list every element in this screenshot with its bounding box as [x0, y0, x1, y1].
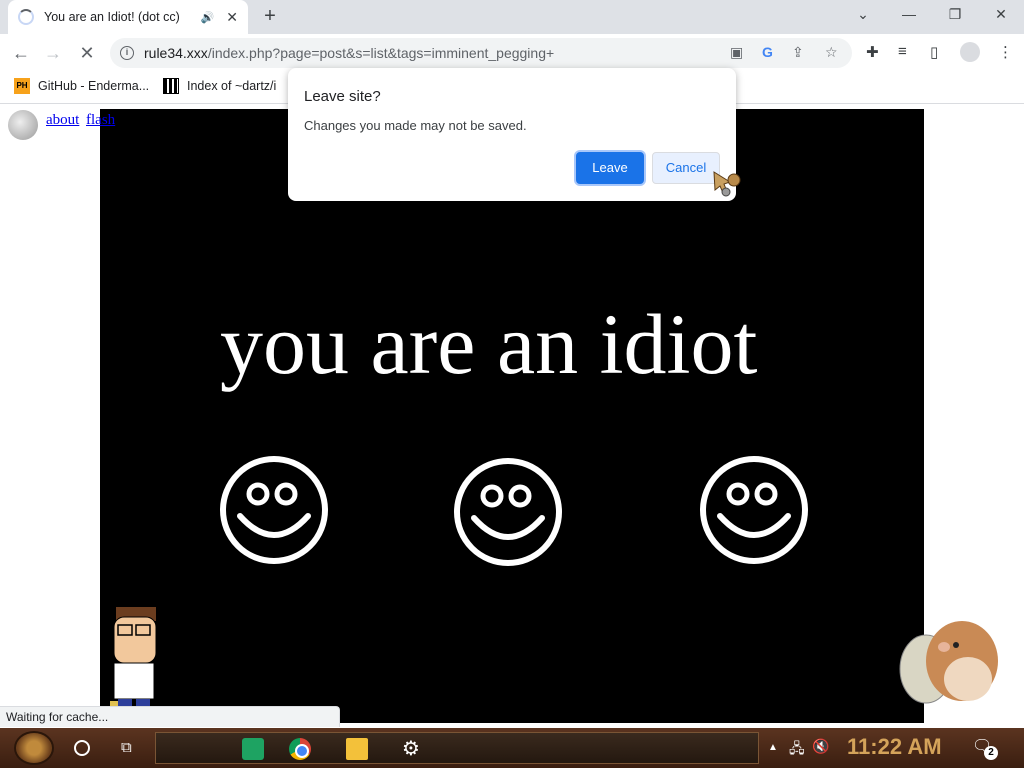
browser-toolbar: ← → ✕ i rule34.xxx/index.php?page=post&s… — [0, 34, 1024, 72]
tab-close-icon[interactable]: ✕ — [226, 9, 238, 26]
taskbar-apps: ⚙ — [155, 732, 759, 764]
leave-button[interactable]: Leave — [576, 152, 644, 184]
bookmark-label: GitHub - Enderma... — [38, 79, 150, 93]
popup-blocked-icon[interactable]: ▣ — [730, 44, 743, 61]
speaker-icon[interactable] — [8, 110, 38, 140]
speaker-icon[interactable]: 🔊 — [201, 11, 215, 24]
share-icon[interactable]: ⇪ — [792, 44, 804, 61]
leave-site-dialog: Leave site? Changes you made may not be … — [288, 68, 736, 201]
bookmark-index[interactable]: Index of ~dartz/i — [163, 78, 276, 94]
google-translate-icon[interactable]: G — [762, 44, 773, 60]
animated-cursor-icon — [713, 171, 741, 197]
cancel-button[interactable]: Cancel — [652, 152, 720, 184]
taskbar: ⧉ ⚙ ▲ 🖧 🔇 11:22 AM 🗨 2 — [0, 728, 1024, 768]
menu-kebab-icon[interactable]: ⋮ — [998, 43, 1013, 61]
chrome-app-icon[interactable] — [289, 738, 311, 760]
browser-tab[interactable]: You are an Idiot! (dot cc) 🔊 ✕ — [8, 0, 248, 34]
profile-avatar[interactable] — [960, 42, 980, 62]
dialog-message: Changes you made may not be saved. — [304, 118, 527, 133]
url-text: rule34.xxx/index.php?page=post&s=list&ta… — [144, 45, 555, 61]
task-view-icon[interactable]: ⧉ — [121, 739, 132, 756]
bookmark-github[interactable]: PH GitHub - Enderma... — [14, 78, 149, 94]
site-info-icon[interactable]: i — [120, 46, 134, 60]
file-explorer-icon[interactable] — [346, 738, 368, 760]
bookmark-label: Index of ~dartz/i — [187, 79, 277, 93]
address-bar[interactable]: i rule34.xxx/index.php?page=post&s=list&… — [110, 38, 852, 68]
start-button[interactable] — [14, 731, 54, 765]
close-window-button[interactable]: ✕ — [978, 0, 1024, 30]
status-bubble: Waiting for cache... — [0, 706, 340, 727]
about-link[interactable]: about — [46, 112, 79, 129]
network-icon[interactable]: 🖧 — [789, 738, 805, 762]
back-button[interactable]: ← — [8, 40, 34, 66]
flash-link[interactable]: flash — [86, 112, 115, 129]
tab-title: You are an Idiot! (dot cc) — [44, 10, 180, 24]
settings-gear-icon[interactable]: ⚙ — [400, 738, 422, 760]
notification-center-icon[interactable]: 🗨 2 — [972, 736, 998, 760]
extensions-icon[interactable]: ✚ — [866, 43, 879, 61]
side-panel-icon[interactable]: ▯ — [930, 43, 938, 61]
show-hidden-icons-icon[interactable]: ▲ — [768, 742, 778, 753]
forward-button[interactable]: → — [40, 40, 66, 66]
volume-muted-icon[interactable]: 🔇 — [812, 738, 829, 755]
taskbar-clock[interactable]: 11:22 AM — [847, 734, 942, 760]
search-icon[interactable] — [74, 740, 90, 756]
loading-spinner-icon — [18, 9, 34, 25]
dialog-title: Leave site? — [304, 88, 381, 105]
smiley-icon — [220, 456, 328, 564]
hamster-sprite — [899, 621, 998, 704]
headline: you are an idiot — [220, 296, 758, 392]
stop-loading-button[interactable]: ✕ — [74, 40, 100, 66]
smiley-icon — [454, 458, 562, 566]
media-controls-icon[interactable]: ≡ — [898, 43, 907, 60]
ph-favicon-icon: PH — [14, 78, 30, 94]
sheets-app-icon[interactable] — [242, 738, 264, 760]
minimize-button[interactable]: — — [886, 0, 932, 30]
notification-count-badge: 2 — [984, 746, 998, 760]
smiley-icon — [700, 456, 808, 564]
flash-content-panel[interactable]: you are an idiot — [100, 109, 924, 723]
new-tab-button[interactable]: + — [258, 5, 282, 29]
tab-strip: You are an Idiot! (dot cc) 🔊 ✕ + ⌄ — ❐ ✕ — [0, 0, 1024, 34]
bookmark-star-icon[interactable]: ☆ — [825, 44, 838, 61]
restore-button[interactable]: ❐ — [932, 0, 978, 30]
qr-favicon-icon — [163, 78, 179, 94]
tab-search-dropdown-icon[interactable]: ⌄ — [840, 0, 886, 30]
